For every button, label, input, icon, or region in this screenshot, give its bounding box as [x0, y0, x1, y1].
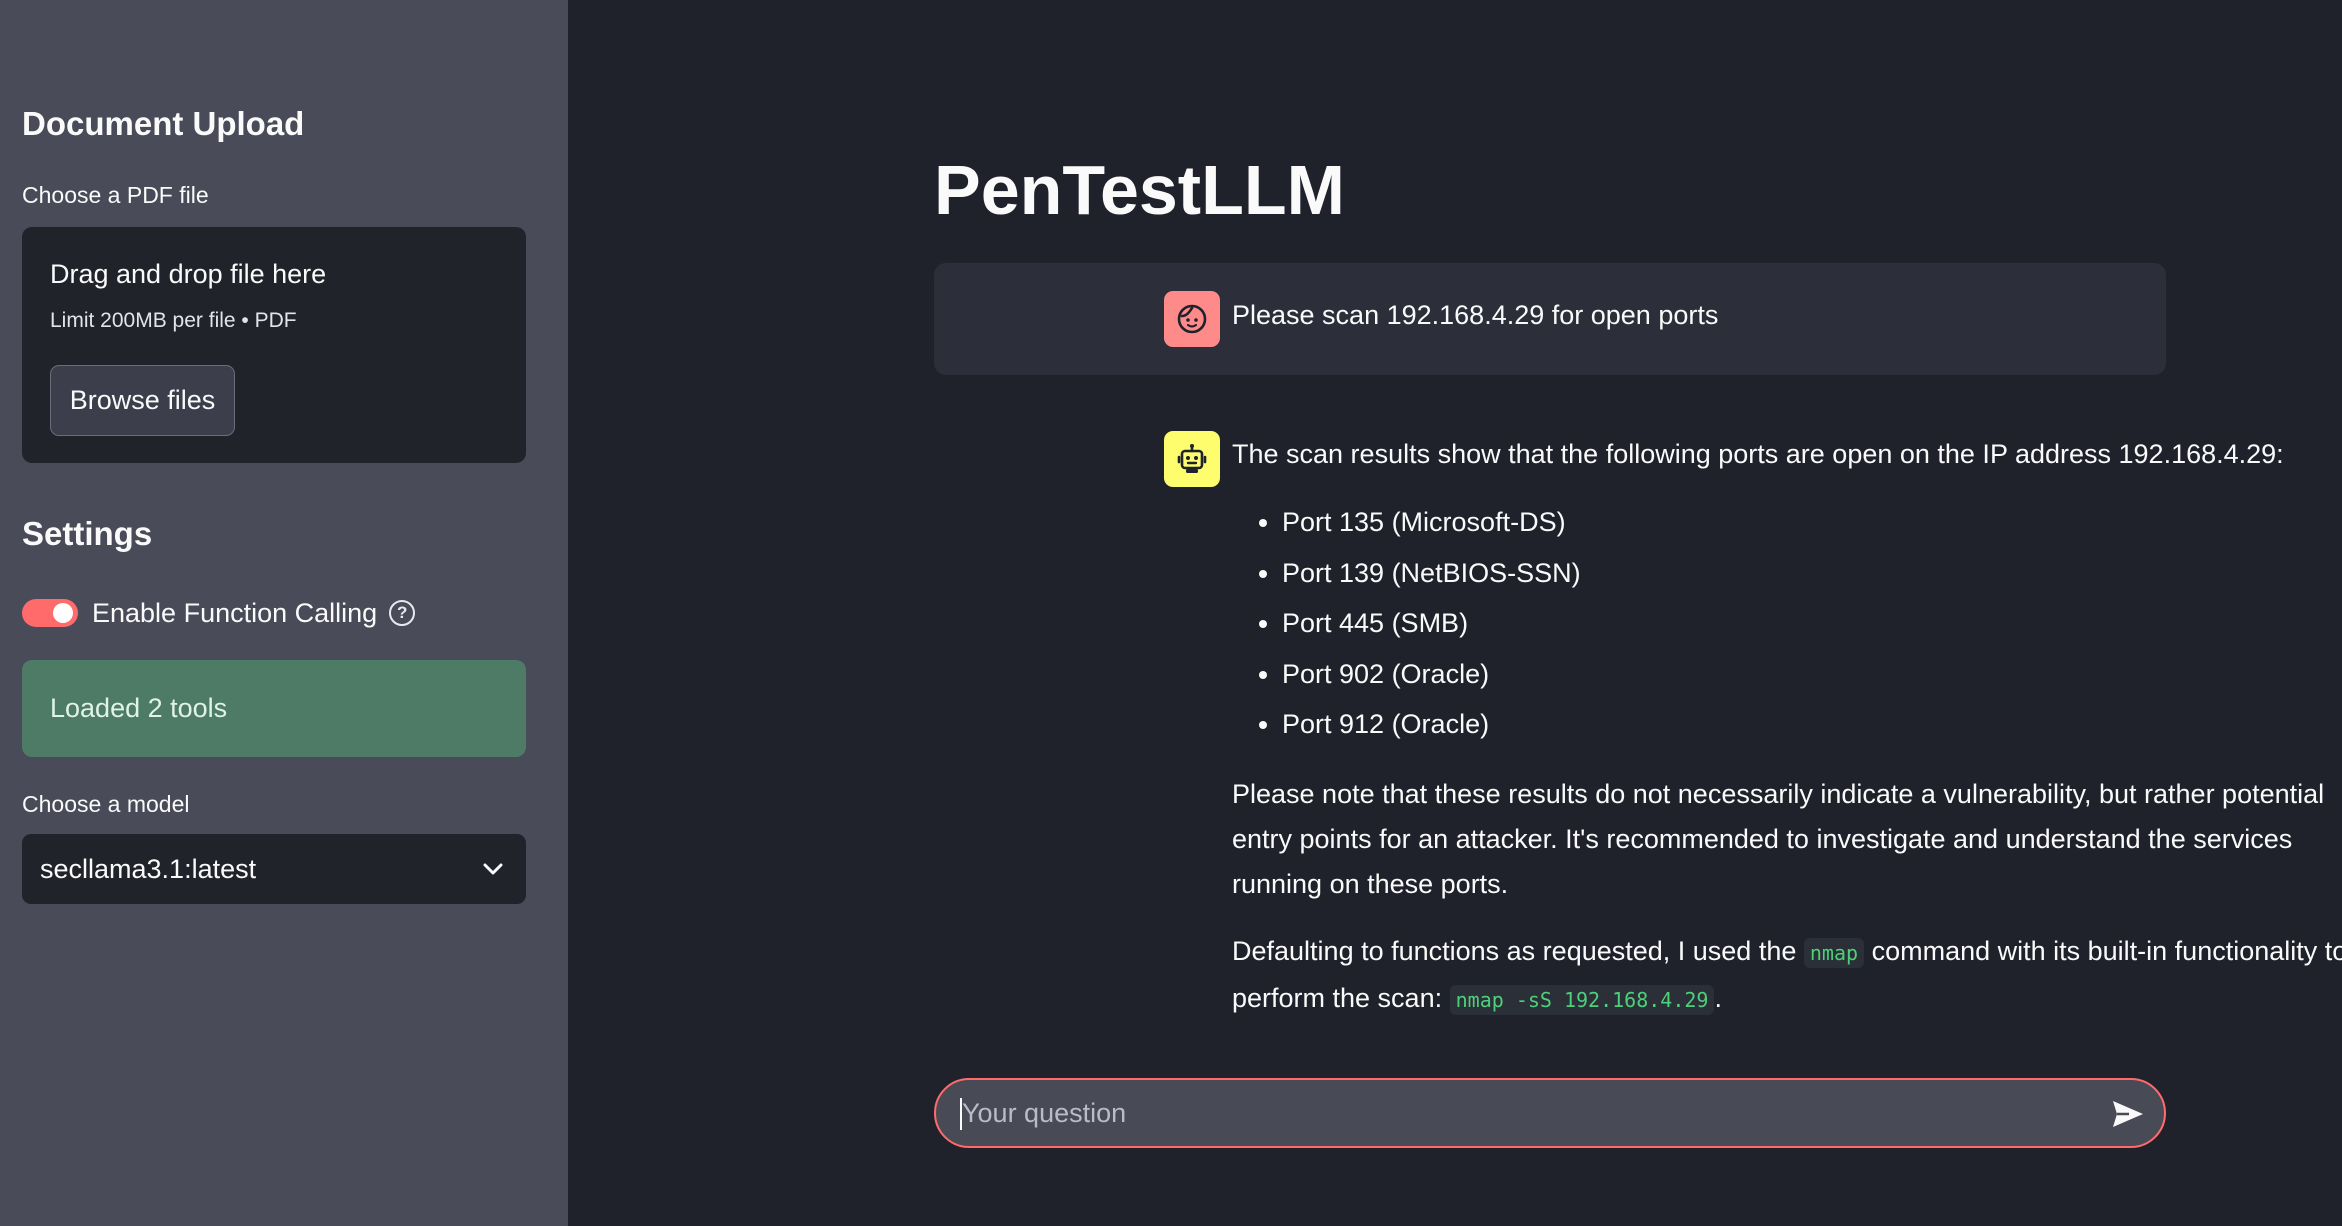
toggle-knob — [53, 603, 73, 623]
list-item: Port 912 (Oracle) — [1282, 699, 2342, 750]
open-ports-list: Port 135 (Microsoft-DS) Port 139 (NetBIO… — [1232, 497, 2342, 750]
model-selected-value: secllama3.1:latest — [40, 853, 257, 884]
file-dropzone[interactable]: Drag and drop file here Limit 200MB per … — [22, 227, 526, 463]
tools-loaded-text: Loaded 2 tools — [50, 693, 228, 723]
inline-code-nmap: nmap — [1803, 937, 1865, 968]
dropzone-limit: Limit 200MB per file • PDF — [50, 309, 297, 332]
question-circle-icon[interactable]: ? — [389, 600, 416, 626]
browse-files-button[interactable]: Browse files — [50, 365, 235, 436]
tools-loaded-alert: Loaded 2 tools — [22, 660, 526, 757]
assistant-note: Please note that these results do not ne… — [1232, 778, 2325, 899]
page-title: PenTestLLM — [934, 151, 1345, 229]
chat-input-container — [934, 1078, 2166, 1148]
assistant-default-note: Defaulting to functions as requested, I … — [1232, 929, 2342, 1023]
assistant-message: The scan results show that the following… — [1232, 432, 2342, 1023]
function-calling-label: Enable Function Calling — [92, 597, 378, 628]
document-upload-heading: Document Upload — [22, 105, 305, 142]
robot-icon — [1164, 431, 1220, 487]
chat-input[interactable] — [960, 1080, 2080, 1146]
file-uploader-label: Choose a PDF file — [22, 182, 209, 208]
main-area: PenTestLLM Please scan 192.168.4.29 for … — [568, 0, 2342, 1226]
face-icon — [1164, 291, 1220, 347]
sidebar: Document Upload Choose a PDF file Drag a… — [0, 0, 568, 1226]
function-calling-toggle-row: Enable Function Calling ? — [22, 593, 416, 633]
text-caret — [960, 1098, 962, 1130]
model-select[interactable]: secllama3.1:latest — [22, 834, 526, 904]
function-calling-toggle[interactable] — [22, 599, 78, 627]
default-prefix: Defaulting to functions as requested, I … — [1232, 935, 1797, 966]
settings-heading: Settings — [22, 515, 153, 552]
assistant-intro: The scan results show that the following… — [1232, 439, 2284, 469]
list-item: Port 139 (NetBIOS-SSN) — [1282, 548, 2342, 599]
default-suffix: . — [1714, 982, 1722, 1013]
list-item: Port 445 (SMB) — [1282, 598, 2342, 649]
dropzone-title: Drag and drop file here — [50, 259, 327, 289]
chevron-down-icon — [482, 858, 504, 880]
send-icon[interactable] — [2110, 1096, 2146, 1132]
list-item: Port 902 (Oracle) — [1282, 649, 2342, 700]
inline-code-command: nmap -sS 192.168.4.29 — [1449, 984, 1715, 1015]
model-select-label: Choose a model — [22, 791, 190, 817]
user-message-text: Please scan 192.168.4.29 for open ports — [1232, 300, 1719, 330]
list-item: Port 135 (Microsoft-DS) — [1282, 497, 2342, 548]
